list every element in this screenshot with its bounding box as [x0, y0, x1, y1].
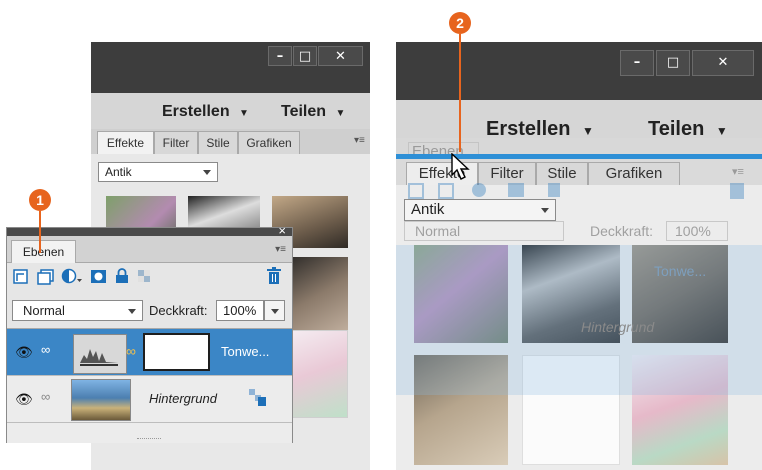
- tab-graphics[interactable]: Grafiken: [238, 131, 300, 155]
- menu-create[interactable]: Erstellen ▼: [486, 118, 594, 141]
- layer-mask-icon[interactable]: [90, 269, 108, 285]
- effect-category-dropdown[interactable]: Antik: [404, 199, 556, 221]
- maximize-button[interactable]: □: [656, 50, 690, 76]
- opacity-input[interactable]: 100%: [216, 300, 264, 321]
- layer-mask-icon: [508, 183, 524, 197]
- effect-category-value: Antik: [105, 165, 132, 179]
- lock-icon: [548, 183, 560, 197]
- minimize-button[interactable]: –: [268, 46, 292, 66]
- callout-badge-1: 1: [29, 189, 51, 211]
- layer-name: Tonwe...: [221, 344, 270, 359]
- ghost-layers-overlay: [396, 245, 762, 395]
- callout-line-2: [459, 34, 461, 152]
- eye-icon[interactable]: 👁: [15, 344, 33, 361]
- chevron-down-icon: [203, 170, 211, 175]
- link-icon[interactable]: ∞: [41, 342, 50, 357]
- lock-transparency-icon[interactable]: [137, 269, 153, 285]
- new-group-icon[interactable]: [37, 269, 55, 285]
- panel-menu-icon[interactable]: ▾≡: [732, 165, 744, 178]
- opacity-label: Deckkraft:: [149, 303, 208, 318]
- layer-row-hintergrund[interactable]: 👁 ∞ Hintergrund: [7, 376, 292, 423]
- menu-share-label: Teilen: [281, 103, 327, 120]
- lock-transparency-icon[interactable]: [249, 389, 267, 407]
- ghost-blend-mode: Normal: [404, 221, 564, 241]
- blend-mode-value: Normal: [23, 303, 65, 318]
- layers-tab-strip: Ebenen ▾≡: [7, 236, 292, 263]
- left-title-bar: – □ ✕: [91, 42, 370, 93]
- menu-create-label: Erstellen: [486, 118, 571, 140]
- menu-share[interactable]: Teilen ▼: [648, 118, 728, 141]
- mouse-cursor-icon: [451, 153, 470, 180]
- ghost-layer-name: Tonwe...: [654, 263, 707, 279]
- panel-menu-icon[interactable]: ▾≡: [354, 135, 365, 146]
- ghost-opacity-label: Deckkraft:: [590, 223, 654, 239]
- new-layer-icon[interactable]: [13, 269, 31, 285]
- tab-filter[interactable]: Filter: [154, 131, 198, 155]
- adjustment-layer-icon[interactable]: [61, 268, 83, 284]
- right-effects-panel: Antik Normal Deckkraft: 100% Tonwe... Hi…: [396, 183, 762, 470]
- chevron-down-icon: ▼: [582, 124, 594, 138]
- chevron-down-icon: ▼: [239, 108, 249, 119]
- maximize-button[interactable]: □: [293, 46, 317, 66]
- layer-row-tonwert[interactable]: 👁 ∞ ∞ Tonwe...: [7, 329, 292, 376]
- tab-effects[interactable]: Effekte: [97, 131, 154, 155]
- chevron-down-icon: ▼: [335, 108, 346, 119]
- link-icon[interactable]: ∞: [41, 389, 50, 404]
- layers-list: 👁 ∞ ∞ Tonwe... 👁 ∞ Hintergrund: [7, 328, 292, 443]
- ghost-layer-name: Hintergrund: [581, 319, 655, 335]
- blend-mode-dropdown[interactable]: Normal: [12, 300, 143, 321]
- layers-panel-header[interactable]: ×: [7, 223, 292, 238]
- chevron-down-icon: [271, 308, 279, 314]
- chevron-down-icon: [541, 208, 549, 213]
- trash-icon: [730, 183, 744, 199]
- new-group-icon: [438, 183, 454, 199]
- layers-toolbar: [7, 263, 292, 291]
- left-menu-bar: Erstellen ▼ Teilen ▼: [91, 93, 370, 129]
- menu-share-label: Teilen: [648, 118, 705, 140]
- right-editor-window: – □ ✕ Erstellen ▼ Teilen ▼ Ebenen Effekt…: [396, 42, 762, 470]
- close-button[interactable]: ✕: [318, 46, 363, 66]
- tab-layers[interactable]: Ebenen: [11, 240, 76, 263]
- layer-thumbnail-histogram: [73, 334, 127, 374]
- tab-styles[interactable]: Stile: [198, 131, 238, 155]
- chevron-down-icon: [128, 308, 136, 314]
- right-menu-bar: Erstellen ▼ Teilen ▼: [396, 100, 762, 141]
- new-layer-icon: [408, 183, 424, 199]
- resize-grip[interactable]: [137, 438, 161, 441]
- ghost-opacity-value: 100%: [666, 221, 728, 241]
- opacity-dropdown-button[interactable]: [264, 300, 285, 321]
- trash-icon[interactable]: [266, 267, 282, 285]
- histogram-icon: [80, 349, 118, 366]
- lock-icon[interactable]: [115, 268, 129, 284]
- layers-panel: × Ebenen ▾≡ Normal Deckkraft: 100% 👁 ∞ ∞…: [6, 223, 293, 443]
- menu-create[interactable]: Erstellen ▼: [162, 103, 249, 121]
- right-title-bar: – □ ✕: [396, 42, 762, 100]
- minimize-button[interactable]: –: [620, 50, 654, 76]
- layer-mask-thumbnail[interactable]: [143, 333, 210, 371]
- close-button[interactable]: ✕: [692, 50, 754, 76]
- menu-share[interactable]: Teilen ▼: [281, 103, 345, 121]
- eye-icon[interactable]: 👁: [15, 391, 33, 408]
- adjustment-layer-icon: [472, 183, 486, 197]
- chevron-down-icon: ▼: [715, 124, 728, 138]
- opacity-value: 100%: [223, 303, 257, 318]
- callout-line-1: [39, 211, 41, 253]
- layer-name: Hintergrund: [149, 391, 217, 406]
- effect-category-dropdown[interactable]: Antik: [98, 162, 218, 182]
- left-tab-strip: Effekte Filter Stile Grafiken ▾≡: [91, 129, 370, 155]
- callout-badge-2: 2: [449, 12, 471, 34]
- effect-category-value: Antik: [411, 201, 445, 218]
- panel-menu-icon[interactable]: ▾≡: [275, 244, 286, 255]
- menu-create-label: Erstellen: [162, 103, 230, 120]
- layer-thumbnail-photo: [71, 379, 131, 421]
- chain-link-icon[interactable]: ∞: [126, 343, 136, 359]
